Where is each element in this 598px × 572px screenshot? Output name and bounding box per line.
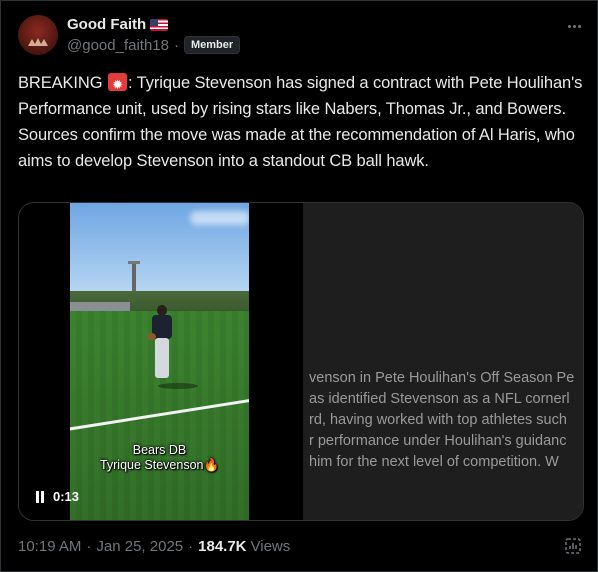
post-date[interactable]: Jan 25, 2025	[96, 538, 183, 555]
author-handle[interactable]: @good_faith18	[67, 37, 169, 54]
video-caption-line2: Tyrique Stevenson🔥	[99, 458, 220, 472]
more-options-icon[interactable]	[564, 18, 584, 34]
tweet-card: Good Faith @good_faith18 · Member BREAKI…	[0, 0, 598, 572]
avatar[interactable]	[18, 15, 58, 55]
separator-dot: ·	[86, 538, 92, 555]
video-athlete	[147, 305, 179, 385]
article-text: venson in Pete Houlihan's Off Season Pe …	[309, 368, 583, 473]
separator-dot: ·	[173, 36, 179, 54]
fire-emoji-icon: 🔥	[203, 458, 220, 472]
separator-dot: ·	[188, 538, 194, 555]
member-badge[interactable]: Member	[183, 36, 241, 54]
us-flag-icon	[150, 18, 169, 31]
video-caption: Bears DB Tyrique Stevenson🔥	[70, 443, 249, 473]
tweet-text: BREAKING : Tyrique Stevenson has signed …	[18, 70, 583, 174]
views-label: Views	[250, 538, 291, 555]
playback-controls[interactable]: 0:13	[35, 489, 79, 504]
media-card[interactable]: Bears DB Tyrique Stevenson🔥 0:13 venson …	[18, 202, 584, 521]
elapsed-time: 0:13	[53, 489, 80, 504]
post-time[interactable]: 10:19 AM	[18, 538, 81, 555]
article-line: as identified Stevenson as a NFL cornerl	[309, 391, 570, 407]
avatar-logo	[28, 38, 48, 46]
author-handle-row: @good_faith18 · Member	[67, 36, 241, 54]
video-caption-line1: Bears DB	[132, 443, 187, 457]
tweet-text-prefix: BREAKING	[18, 74, 107, 92]
article-line: him for the next level of competition. W	[309, 454, 559, 470]
author-display-name[interactable]: Good Faith	[67, 16, 146, 33]
video-clouds	[190, 211, 249, 225]
author-name-row[interactable]: Good Faith	[67, 16, 169, 33]
video-frame[interactable]: Bears DB Tyrique Stevenson🔥	[70, 203, 249, 520]
article-line: rd, having worked with top athletes such	[309, 412, 567, 428]
pause-icon[interactable]	[35, 490, 45, 503]
police-siren-icon	[107, 72, 127, 98]
views-count: 184.7K	[198, 538, 247, 555]
tweet-meta: 10:19 AM · Jan 25, 2025 · 184.7K Views	[18, 538, 290, 555]
video-player[interactable]: Bears DB Tyrique Stevenson🔥 0:13	[19, 203, 303, 520]
analytics-icon[interactable]	[564, 537, 582, 555]
article-line: r performance under Houlihan's guidanc	[309, 433, 567, 449]
article-image[interactable]: venson in Pete Houlihan's Off Season Pe …	[303, 203, 583, 520]
article-line: venson in Pete Houlihan's Off Season Pe	[309, 370, 575, 386]
